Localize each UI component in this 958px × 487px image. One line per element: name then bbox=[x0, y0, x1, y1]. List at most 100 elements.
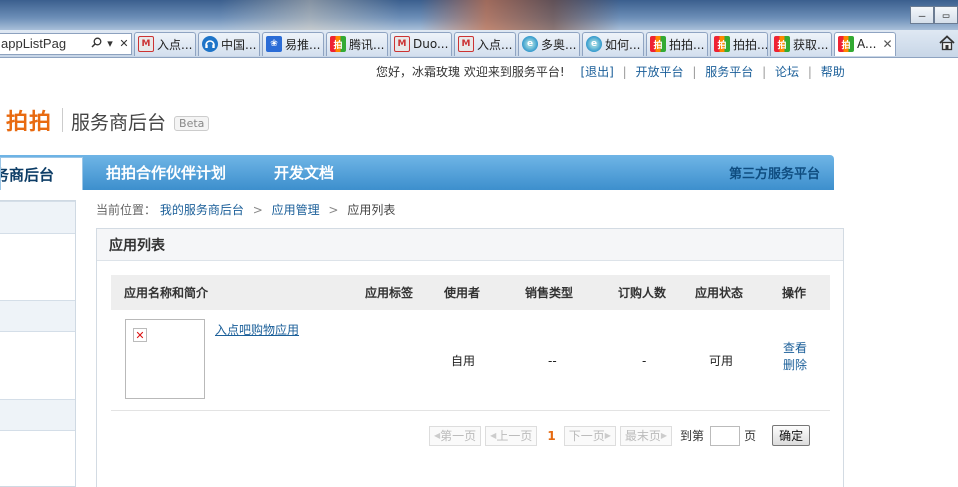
column-header: 销售类型 bbox=[525, 286, 574, 300]
home-icon[interactable] bbox=[938, 34, 956, 52]
next-page-label: 下一页 bbox=[568, 429, 605, 443]
divider bbox=[62, 108, 64, 132]
restore-button[interactable]: ▭ bbox=[934, 6, 958, 24]
browser-tab-active[interactable]: 拍 A... ✕ bbox=[834, 31, 896, 56]
browser-tabbar: appListPag ▾ ✕ M 入点... 中国... ❀ 易推... 拍 腾… bbox=[0, 30, 958, 58]
app-status: 可用 bbox=[709, 354, 734, 368]
delete-link[interactable]: 删除 bbox=[783, 358, 807, 373]
open-platform-link[interactable]: 开放平台 bbox=[636, 65, 684, 79]
breadcrumb-link[interactable]: 应用管理 bbox=[272, 203, 320, 217]
tab-label: Duo... bbox=[413, 37, 449, 51]
sidebar-section-header[interactable] bbox=[0, 201, 75, 234]
browser-tab[interactable]: e 多奥... bbox=[518, 31, 580, 56]
column-header: 使用者 bbox=[444, 286, 481, 300]
sidebar-section-header[interactable] bbox=[0, 399, 75, 431]
column-header: 订购人数 bbox=[618, 286, 667, 300]
app-list-panel: 应用列表 应用名称和简介 应用标签 使用者 销售类型 订购人数 应用状态 操作 … bbox=[96, 228, 844, 487]
last-page-label: 最末页 bbox=[624, 429, 661, 443]
current-page-number: 1 bbox=[547, 428, 556, 443]
browser-tab[interactable]: 拍 拍拍... bbox=[710, 31, 768, 56]
browser-tab[interactable]: ❀ 易推... bbox=[262, 31, 324, 56]
chevron-right-icon: > bbox=[252, 203, 263, 217]
paipai-icon: 拍 bbox=[330, 36, 346, 52]
divider: | bbox=[692, 65, 697, 79]
browser-tab[interactable]: M 入点... bbox=[134, 31, 196, 56]
sidebar-section-header[interactable] bbox=[0, 300, 75, 332]
breadcrumb: 当前位置： 我的服务商后台 > 应用管理 > 应用列表 bbox=[96, 201, 395, 218]
titlebar-decoration bbox=[220, 0, 400, 30]
tab-label: A... bbox=[857, 37, 877, 51]
first-page-label: 第一页 bbox=[440, 429, 477, 443]
column-header: 应用标签 bbox=[365, 286, 414, 300]
tab-label: 拍拍... bbox=[669, 37, 705, 52]
chevron-right-icon: > bbox=[328, 203, 339, 217]
help-link[interactable]: 帮助 bbox=[821, 65, 845, 79]
sidebar bbox=[0, 200, 76, 487]
search-icon[interactable] bbox=[89, 37, 103, 51]
browser-tab[interactable]: 中国... bbox=[198, 31, 260, 56]
window-controls: – ▭ bbox=[910, 6, 958, 24]
first-page-button[interactable]: ◀ 第一页 bbox=[429, 425, 482, 446]
nav-item-third-party-platform[interactable]: 第三方服务平台 bbox=[729, 155, 820, 190]
forum-link[interactable]: 论坛 bbox=[775, 65, 799, 79]
goto-label: 到第 bbox=[680, 429, 705, 443]
breadcrumb-link[interactable]: 我的服务商后台 bbox=[160, 203, 244, 217]
ie-icon: e bbox=[522, 36, 538, 52]
tab-label: 入点... bbox=[157, 37, 193, 52]
app-user: 自用 bbox=[451, 354, 476, 368]
beta-badge: Beta bbox=[174, 116, 210, 131]
view-link[interactable]: 查看 bbox=[783, 341, 807, 356]
tab-label: 如何... bbox=[605, 37, 641, 52]
close-icon[interactable]: ✕ bbox=[117, 37, 131, 50]
browser-tab[interactable]: M Duo... bbox=[390, 31, 452, 56]
close-icon[interactable]: ✕ bbox=[882, 37, 892, 51]
chevron-down-icon[interactable]: ▾ bbox=[103, 37, 117, 50]
pagination: ◀ 第一页 ◀ 上一页 1 下一页 ▶ 最末页 ▶ 到第 页 确定 bbox=[429, 425, 811, 446]
tab-label: 中国... bbox=[221, 37, 257, 52]
app-name-link[interactable]: 入点吧购物应用 bbox=[215, 321, 299, 338]
table-header: 应用名称和简介 应用标签 使用者 销售类型 订购人数 应用状态 操作 bbox=[111, 275, 830, 310]
tab-label: 获取... bbox=[793, 37, 829, 52]
next-page-button[interactable]: 下一页 ▶ bbox=[563, 425, 616, 446]
browser-tab[interactable]: 拍 腾讯... bbox=[326, 31, 388, 56]
nav-item-dev-docs[interactable]: 开发文档 bbox=[274, 155, 334, 190]
broken-image-icon: ✕ bbox=[133, 328, 147, 342]
panel-title: 应用列表 bbox=[97, 229, 843, 261]
row-actions: 查看 删除 bbox=[783, 341, 807, 373]
site-title: 服务商后台 bbox=[71, 112, 167, 134]
paipai-icon: 拍 bbox=[774, 36, 790, 52]
ie-icon: e bbox=[586, 36, 602, 52]
tab-label: 入点... bbox=[477, 37, 513, 52]
paipai-logo[interactable]: 拍拍 bbox=[6, 104, 52, 136]
address-text[interactable]: appListPag bbox=[0, 36, 89, 51]
tab-label: 多奥... bbox=[541, 37, 577, 52]
nav-item-provider-backend[interactable]: 服务商后台 bbox=[0, 157, 83, 190]
greeting-text: 您好，冰霜玫瑰 欢迎来到服务平台! bbox=[376, 65, 565, 79]
m-icon: M bbox=[138, 36, 154, 52]
chevron-right-icon: ▶ bbox=[604, 431, 611, 440]
site-header: 拍拍 服务商后台 Beta bbox=[0, 104, 210, 136]
browser-tab[interactable]: M 入点... bbox=[454, 31, 516, 56]
paipai-icon: 拍 bbox=[838, 36, 854, 52]
app-thumbnail[interactable]: ✕ bbox=[125, 319, 205, 399]
prev-page-button[interactable]: ◀ 上一页 bbox=[485, 425, 538, 446]
page-number-input[interactable] bbox=[710, 425, 741, 446]
last-page-button[interactable]: 最末页 ▶ bbox=[619, 425, 673, 446]
browser-tab[interactable]: e 如何... bbox=[582, 31, 644, 56]
service-platform-link[interactable]: 服务平台 bbox=[705, 65, 753, 79]
tab-label: 拍拍... bbox=[733, 37, 768, 52]
chevron-right-icon: ▶ bbox=[660, 431, 668, 440]
prev-page-label: 上一页 bbox=[496, 429, 533, 443]
paipai-icon: 拍 bbox=[714, 36, 730, 52]
divider: | bbox=[762, 65, 767, 79]
address-bar[interactable]: appListPag ▾ ✕ bbox=[0, 32, 132, 55]
app-subscribers: - bbox=[642, 353, 647, 368]
nav-item-partner-plan[interactable]: 拍拍合作伙伴计划 bbox=[106, 155, 226, 190]
minimize-button[interactable]: – bbox=[910, 6, 934, 24]
browser-tab[interactable]: 拍 拍拍... bbox=[646, 31, 708, 56]
main-nav: 服务商后台 拍拍合作伙伴计划 开发文档 第三方服务平台 bbox=[0, 155, 834, 190]
logout-link[interactable]: [退出] bbox=[580, 65, 613, 79]
browser-tab[interactable]: 拍 获取... bbox=[770, 31, 832, 56]
column-header: 应用状态 bbox=[695, 286, 744, 300]
confirm-button[interactable]: 确定 bbox=[772, 425, 811, 446]
